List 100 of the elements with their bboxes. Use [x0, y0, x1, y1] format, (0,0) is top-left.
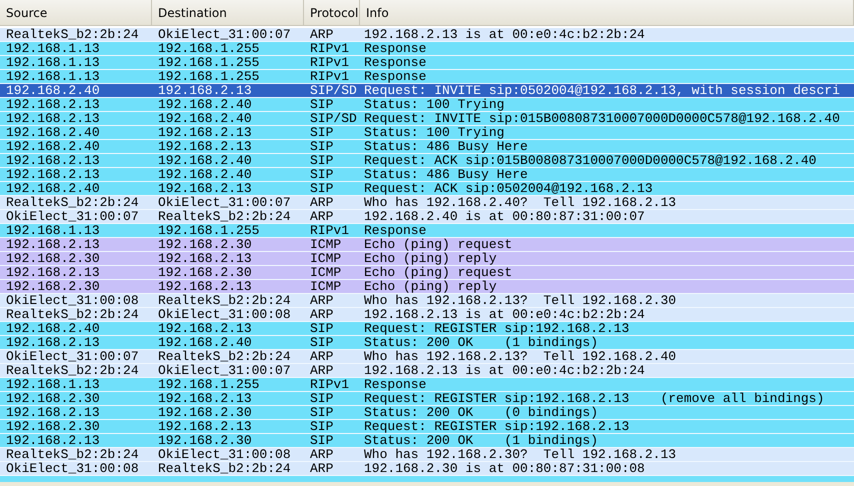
table-cell-text: OkiElect_31:00:08 — [5, 462, 140, 475]
table-cell-text: RealtekS_b2:2b:24 — [157, 294, 292, 307]
table-cell-text: SIP — [309, 420, 334, 433]
packet-row[interactable]: 192.168.2.13 192.168.2.40 SIP Status: 200 OK (1 bindings) — [0, 336, 854, 350]
table-cell-text: 192.168.2.30 — [5, 280, 101, 293]
table-cell-text: RealtekS_b2:2b:24 — [157, 350, 292, 363]
table-cell-text: SIP — [309, 336, 334, 349]
packet-row[interactable]: 192.168.2.30 192.168.2.13 ICMP Echo (ping) reply — [0, 252, 854, 266]
table-cell-text: ARP — [309, 364, 334, 377]
packet-row[interactable]: 192.168.2.40 192.168.2.13 SIP Status: 100 Trying — [0, 126, 854, 140]
table-cell-text: SIP — [309, 322, 334, 335]
table-cell-text: Status: 200 OK (1 bindings) — [363, 336, 600, 349]
table-cell-text: Echo (ping) reply — [363, 252, 498, 265]
packet-row[interactable]: 192.168.2.30 192.168.2.13 ICMP Echo (ping) reply — [0, 280, 854, 294]
packet-row[interactable]: RealtekS_b2:2b:24 OkiElect_31:00:07 ARP 192.168.2.13 is at 00:e0:4c:b2:2b:24 — [0, 28, 854, 42]
packet-row[interactable]: OkiElect_31:00:08 RealtekS_b2:2b:24 ARP 192.168.2.30 is at 00:80:87:31:00:08 — [0, 462, 854, 476]
table-cell-text: 192.168.2.13 — [157, 140, 253, 153]
table-cell-text: Echo (ping) reply — [363, 280, 498, 293]
table-cell-text: ICMP — [309, 252, 342, 265]
table-cell-text: 192.168.2.13 — [5, 406, 101, 419]
table-cell-text: 192.168.2.40 — [5, 322, 101, 335]
table-cell-text: OkiElect_31:00:07 — [5, 210, 140, 223]
table-cell-text: 192.168.2.13 — [5, 266, 101, 279]
table-cell-text: ARP — [309, 294, 334, 307]
packet-row[interactable]: 192.168.2.13 192.168.2.40 SIP Status: 486 Busy Here — [0, 168, 854, 182]
table-cell-text: Status: 100 Trying — [363, 126, 506, 139]
table-cell-text: RealtekS_b2:2b:24 — [5, 28, 140, 41]
packet-row[interactable]: 192.168.2.13 192.168.2.40 SIP/SD Request: INVITE sip:015B008087310007000D0000C578@192.168.2.40 — [0, 112, 854, 126]
column-header[interactable]: Destination — [152, 0, 304, 25]
table-cell-text: 192.168.2.40 — [157, 168, 253, 181]
table-cell-text: 192.168.2.40 is at 00:80:87:31:00:07 — [363, 210, 646, 223]
table-cell-text: ARP — [309, 462, 334, 475]
table-cell-text: SIP — [309, 126, 334, 139]
table-cell-text: 192.168.2.30 — [157, 406, 253, 419]
table-cell-text: Request: ACK sip:0502004@192.168.2.13 — [363, 182, 654, 195]
column-header[interactable]: Info — [360, 0, 854, 25]
table-cell-text: Who has 192.168.2.13? Tell 192.168.2.40 — [363, 350, 678, 363]
packet-row[interactable]: 192.168.2.13 192.168.2.40 SIP Status: 100 Trying — [0, 98, 854, 112]
packet-row[interactable]: 192.168.1.13 192.168.1.255 RIPv1 Response — [0, 378, 854, 392]
packet-row[interactable]: 192.168.1.13 192.168.1.255 RIPv1 Response — [0, 70, 854, 84]
table-cell-text: Who has 192.168.2.13? Tell 192.168.2.30 — [363, 294, 678, 307]
table-cell-text: 192.168.1.13 — [5, 56, 101, 69]
table-cell-text: OkiElect_31:00:07 — [5, 350, 140, 363]
packet-row[interactable]: 192.168.2.40 192.168.2.13 SIP Status: 486 Busy Here — [0, 140, 854, 154]
packet-row[interactable]: 192.168.2.40 192.168.2.13 SIP Request: REGISTER sip:192.168.2.13 — [0, 322, 854, 336]
table-cell-text: SIP — [309, 182, 334, 195]
packet-row[interactable]: 192.168.2.13 192.168.2.40 SIP Request: ACK sip:015B008087310007000D0000C578@192.168.2.40 — [0, 154, 854, 168]
table-cell-text: SIP — [309, 98, 334, 111]
table-cell-text: ARP — [309, 448, 334, 461]
table-cell-text: Status: 200 OK (0 bindings) — [363, 406, 600, 419]
table-cell-text: 192.168.1.13 — [5, 42, 101, 55]
table-cell-text: ARP — [309, 308, 334, 321]
table-cell-text: Echo (ping) request — [363, 238, 514, 251]
table-cell-text: 192.168.2.13 — [5, 154, 101, 167]
packet-row[interactable]: 192.168.2.30 192.168.2.13 SIP Request: REGISTER sip:192.168.2.13 — [0, 420, 854, 434]
table-cell-text: SIP — [309, 434, 334, 447]
packet-row[interactable]: OkiElect_31:00:07 RealtekS_b2:2b:24 ARP Who has 192.168.2.13? Tell 192.168.2.40 — [0, 350, 854, 364]
packet-row[interactable]: 192.168.1.13 192.168.1.255 RIPv1 Response — [0, 42, 854, 56]
table-cell-text: OkiElect_31:00:08 — [5, 294, 140, 307]
packet-row[interactable]: OkiElect_31:00:08 RealtekS_b2:2b:24 ARP Who has 192.168.2.13? Tell 192.168.2.30 — [0, 294, 854, 308]
table-cell-text: 192.168.2.13 — [5, 336, 101, 349]
table-cell-text: Request: ACK sip:015B008087310007000D0000C578@192.168.2.40 — [363, 154, 818, 167]
table-cell-text: 192.168.2.13 — [157, 252, 253, 265]
table-cell-text: RIPv1 — [309, 70, 350, 83]
packet-row[interactable]: 192.168.2.40 192.168.2.13 SIP Request: ACK sip:0502004@192.168.2.13 — [0, 182, 854, 196]
packet-row[interactable]: 192.168.2.13 192.168.2.30 SIP Status: 200 OK (0 bindings) — [0, 406, 854, 420]
table-cell-text: 192.168.2.13 is at 00:e0:4c:b2:2b:24 — [363, 364, 646, 377]
column-header[interactable]: Source — [0, 0, 152, 25]
table-cell-text: RealtekS_b2:2b:24 — [5, 196, 140, 209]
table-cell-text: Request: INVITE sip:015B008087310007000D0000C578@192.168.2.40 — [363, 112, 841, 125]
packet-row[interactable]: 192.168.2.13 192.168.2.30 ICMP Echo (ping) request — [0, 266, 854, 280]
packet-row[interactable]: RealtekS_b2:2b:24 OkiElect_31:00:07 ARP Who has 192.168.2.40? Tell 192.168.2.13 — [0, 196, 854, 210]
packet-row[interactable]: RealtekS_b2:2b:24 OkiElect_31:00:08 ARP Who has 192.168.2.30? Tell 192.168.2.13 — [0, 448, 854, 462]
table-cell-text: Response — [363, 56, 428, 69]
table-cell-text: 192.168.2.13 — [5, 168, 101, 181]
table-cell-text: 192.168.2.13 — [5, 238, 101, 251]
packet-row[interactable]: RealtekS_b2:2b:24 OkiElect_31:00:08 ARP 192.168.2.13 is at 00:e0:4c:b2:2b:24 — [0, 308, 854, 322]
packet-row[interactable]: RealtekS_b2:2b:24 OkiElect_31:00:07 ARP 192.168.2.13 is at 00:e0:4c:b2:2b:24 — [0, 364, 854, 378]
packet-row[interactable]: 192.168.2.40 192.168.2.13 SIP/SD Request: INVITE sip:0502004@192.168.2.13, with session descri — [0, 84, 854, 98]
table-cell-text: 192.168.2.40 — [157, 112, 253, 125]
table-cell-text: 192.168.2.30 — [5, 392, 101, 405]
table-cell-text: ARP — [309, 210, 334, 223]
packet-row[interactable]: OkiElect_31:00:07 RealtekS_b2:2b:24 ARP 192.168.2.40 is at 00:80:87:31:00:07 — [0, 210, 854, 224]
packet-row[interactable]: 192.168.2.13 192.168.2.30 SIP Status: 200 OK (1 bindings) — [0, 434, 854, 448]
packet-row[interactable]: 192.168.1.13 192.168.1.255 RIPv1 Response — [0, 56, 854, 70]
table-cell-text: 192.168.2.40 — [157, 336, 253, 349]
column-header[interactable]: Protocol — [304, 0, 360, 25]
packet-row[interactable]: 192.168.2.30 192.168.2.13 SIP Request: REGISTER sip:192.168.2.13 (remove all bindings) — [0, 392, 854, 406]
packet-row[interactable]: 192.168.1.13 192.168.1.255 RIPv1 Response — [0, 224, 854, 238]
table-cell-text: Response — [363, 42, 428, 55]
table-cell-text: Who has 192.168.2.40? Tell 192.168.2.13 — [363, 196, 678, 209]
table-cell-text: RealtekS_b2:2b:24 — [5, 364, 140, 377]
table-cell-text: Who has 192.168.2.30? Tell 192.168.2.13 — [363, 448, 678, 461]
table-cell-text: ICMP — [309, 280, 342, 293]
table-cell-text: RIPv1 — [309, 378, 350, 391]
table-cell-text: 192.168.2.13 — [157, 182, 253, 195]
table-cell-text: SIP — [309, 168, 334, 181]
packet-row[interactable]: 192.168.2.13 192.168.2.30 ICMP Echo (ping) request — [0, 238, 854, 252]
table-cell-text: 192.168.2.13 — [157, 84, 253, 97]
table-cell-text: ICMP — [309, 266, 342, 279]
